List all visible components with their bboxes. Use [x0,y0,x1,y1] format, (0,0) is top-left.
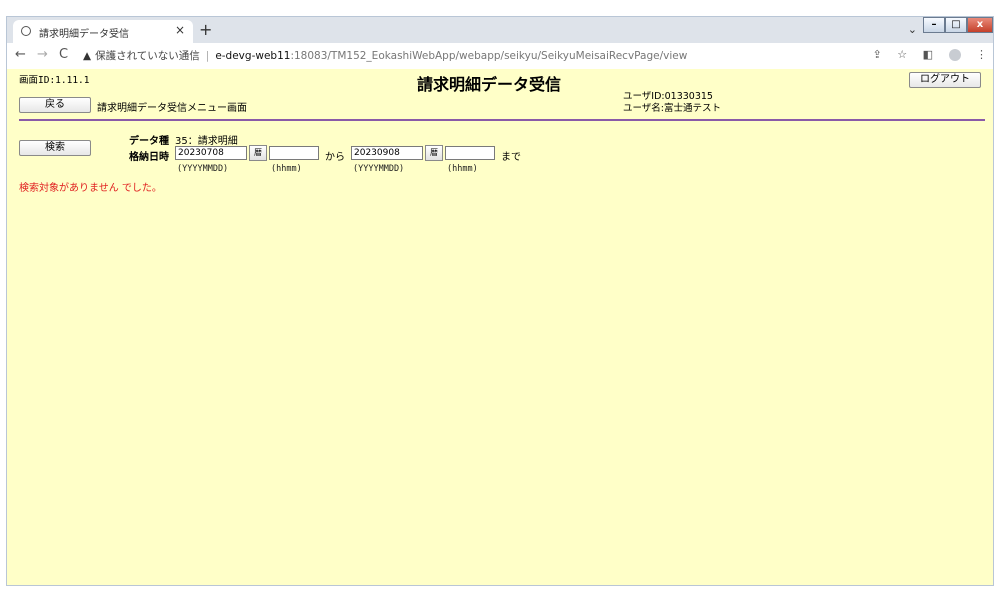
window-close-button[interactable]: x [967,17,993,33]
header-divider [19,119,985,121]
back-destination-label: 請求明細データ受信メニュー画面 [97,103,247,114]
user-id: ユーザID:01330315 [623,91,713,102]
browser-window: 請求明細データ受信 × + ⌄ – □ x ← → C ▲ 保護されていない通信 |… [6,16,994,586]
screen-id: 画面ID:1.11.1 [19,75,90,86]
error-message: 検索対象がありません でした。 [19,183,162,194]
profile-avatar-icon[interactable] [948,49,961,61]
from-time-input[interactable] [269,146,319,160]
page-content: 画面ID:1.11.1 請求明細データ受信 ログアウト 戻る 請求明細データ受信… [7,69,993,585]
new-tab-icon[interactable]: + [199,20,212,39]
to-time-input[interactable] [445,146,495,160]
from-label: から [325,152,345,163]
logout-button[interactable]: ログアウト [909,72,981,88]
to-label: まで [501,152,521,163]
from-date-input[interactable]: 20230708 [175,146,247,160]
window-maximize-button[interactable]: □ [945,17,967,33]
reload-icon[interactable]: C [59,47,68,62]
data-type-row: データ種 35：請求明細 [129,132,238,147]
share-icon[interactable]: ⇪ [873,48,882,61]
user-info: ユーザID:01330315 ユーザ名:富士通テスト [623,91,721,115]
tab-close-icon[interactable]: × [175,23,185,37]
warning-icon[interactable]: ▲ [83,50,91,62]
from-time-format-hint: (hhmm) [271,164,302,174]
url-host: e-devg-web11 [215,50,291,62]
browser-tab[interactable]: 請求明細データ受信 × [13,20,193,43]
screen: 請求明細データ受信 × + ⌄ – □ x ← → C ▲ 保護されていない通信 |… [0,0,1000,600]
data-type-label: データ種 [129,136,169,147]
globe-icon [21,26,31,36]
from-date-format-hint: (YYYYMMDD) [177,164,229,174]
address-bar[interactable]: ▲ 保護されていない通信 | e-devg-web11:18083/TM152_Eok… [83,46,863,66]
address-separator: | [205,50,210,62]
to-date-format-hint: (YYYYMMDD) [353,164,405,174]
insecure-label[interactable]: 保護されていない通信 [95,50,200,62]
bookmark-star-icon[interactable]: ☆ [897,48,907,61]
page-title: 請求明細データ受信 [417,75,562,94]
storage-date-label: 格納日時 [129,152,169,163]
forward-arrow-icon[interactable]: → [37,47,48,62]
side-panel-icon[interactable]: ◧ [923,48,933,61]
back-button[interactable]: 戻る [19,97,91,113]
to-time-format-hint: (hhmm) [447,164,478,174]
menu-dots-icon[interactable]: ⋮ [976,48,987,61]
tab-title: 請求明細データ受信 [39,29,129,40]
address-toolbar: ← → C ▲ 保護されていない通信 | e-devg-web11:18083/TM1… [7,43,993,70]
window-minimize-button[interactable]: – [923,17,945,33]
url-path: :18083/TM152_EokashiWebApp/webapp/seikyu… [290,50,688,62]
search-button[interactable]: 検索 [19,140,91,156]
tab-strip: 請求明細データ受信 × + ⌄ – □ x [7,17,993,43]
to-calendar-button[interactable]: 暦 [425,145,443,161]
to-date-input[interactable]: 20230908 [351,146,423,160]
from-calendar-button[interactable]: 暦 [249,145,267,161]
toolbar-icons: ⇪ ☆ ◧ ⋮ [861,48,987,61]
user-name: ユーザ名:富士通テスト [623,103,722,114]
tab-search-chevron-icon[interactable]: ⌄ [908,23,917,36]
back-arrow-icon[interactable]: ← [15,47,26,62]
